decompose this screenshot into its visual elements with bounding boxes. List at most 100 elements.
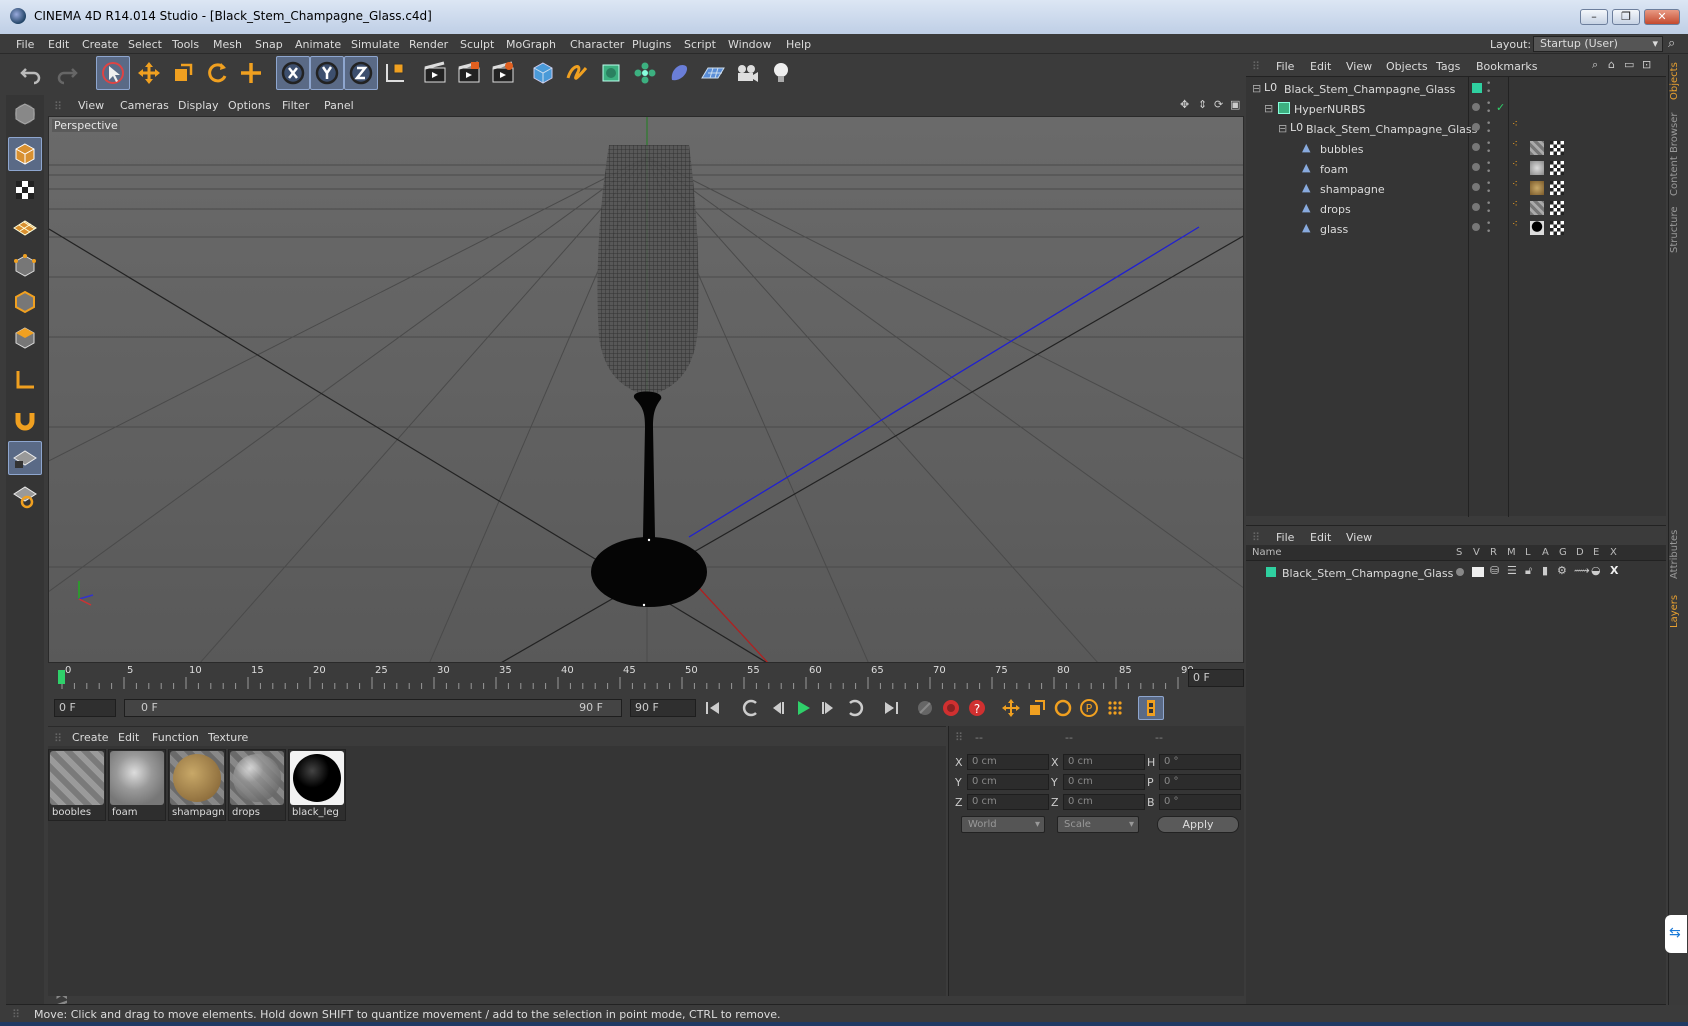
add-deformer-button[interactable] [662, 56, 696, 90]
objects-menu-objects[interactable]: Objects [1386, 60, 1428, 73]
visibility-dots-icon[interactable]: • • [1486, 180, 1491, 197]
apply-button[interactable]: Apply [1157, 816, 1239, 833]
phong-tag-icon[interactable]: ⁖ [1512, 219, 1518, 230]
search-icon[interactable]: ⌕ [1592, 58, 1598, 72]
menu-help[interactable]: Help [786, 38, 811, 51]
phong-tag-icon[interactable]: ⁖ [1512, 139, 1518, 150]
rot-p-field[interactable]: 0 ° [1159, 774, 1241, 790]
visibility-dots-icon[interactable]: • • [1486, 200, 1491, 217]
material-menu-edit[interactable]: Edit [118, 731, 139, 744]
axis-mode-button[interactable] [8, 363, 42, 397]
menu-render[interactable]: Render [409, 38, 448, 51]
timeline-ruler[interactable]: 051015202530354045505560657075808590 0 F [48, 665, 1244, 691]
size-x-field[interactable]: 0 cm [1063, 754, 1145, 770]
menu-character[interactable]: Character [570, 38, 624, 51]
key-rotation-button[interactable] [1050, 696, 1076, 720]
size-y-field[interactable]: 0 cm [1063, 774, 1145, 790]
expressions-toggle-icon[interactable]: ◒ [1591, 564, 1601, 577]
visibility-dots-icon[interactable]: • • [1486, 120, 1491, 137]
drag-handle-icon[interactable]: ⠿ [54, 100, 62, 113]
playhead[interactable] [58, 670, 65, 684]
polygons-mode-button[interactable] [8, 321, 42, 355]
material-swatch[interactable]: foam [108, 749, 166, 821]
key-position-button[interactable] [998, 696, 1024, 720]
menu-plugins[interactable]: Plugins [632, 38, 671, 51]
generators-toggle-icon[interactable]: ⚙ [1557, 564, 1567, 577]
render-view-button[interactable] [418, 56, 452, 90]
add-spline-button[interactable] [560, 56, 594, 90]
redo-button[interactable] [50, 56, 84, 90]
uvw-tag-icon[interactable] [1550, 201, 1564, 215]
current-frame-field[interactable]: 0 F [1188, 669, 1244, 687]
undo-button[interactable] [14, 56, 48, 90]
make-editable-button[interactable] [8, 97, 42, 131]
tree-item-glass[interactable]: ▲ glass • • ⁖ [1246, 219, 1666, 239]
end-frame-field[interactable]: 90 F [630, 699, 696, 717]
menu-tools[interactable]: Tools [172, 38, 199, 51]
objects-menu-edit[interactable]: Edit [1310, 60, 1331, 73]
material-swatch[interactable]: boobles [48, 749, 106, 821]
z-axis-button[interactable] [344, 56, 378, 90]
menu-file[interactable]: File [16, 38, 34, 51]
drag-handle-icon[interactable]: ⠿ [955, 731, 963, 744]
tree-item-hypernurbs[interactable]: ⊟ HyperNURBS • • ✓ [1246, 99, 1666, 119]
layers-menu-file[interactable]: File [1276, 531, 1294, 544]
visibility-dots-icon[interactable]: • • [1486, 140, 1491, 157]
close-button[interactable]: ✕ [1644, 9, 1680, 25]
points-mode-button[interactable] [8, 249, 42, 283]
texture-mode-button[interactable] [8, 173, 42, 207]
enabled-check-icon[interactable]: ✓ [1496, 101, 1505, 114]
coordinate-system-button[interactable] [378, 56, 412, 90]
render-picture-viewer-button[interactable] [452, 56, 486, 90]
viewport-menu-view[interactable]: View [78, 99, 104, 112]
uvw-tag-icon[interactable] [1550, 221, 1564, 235]
rot-h-field[interactable]: 0 ° [1159, 754, 1241, 770]
layout-select[interactable]: Startup (User) ▾ [1533, 36, 1663, 52]
pos-z-field[interactable]: 0 cm [967, 794, 1049, 810]
menu-create[interactable]: Create [82, 38, 119, 51]
uvw-tag-icon[interactable] [1550, 181, 1564, 195]
drag-handle-icon[interactable]: ⠿ [1252, 60, 1260, 73]
objects-menu-file[interactable]: File [1276, 60, 1294, 73]
tree-item-foam[interactable]: ▲ foam • • ⁖ [1246, 159, 1666, 179]
rot-b-field[interactable]: 0 ° [1159, 794, 1241, 810]
objects-menu-view[interactable]: View [1346, 60, 1372, 73]
snap-button[interactable] [8, 403, 42, 437]
objects-menu-tags[interactable]: Tags [1436, 60, 1460, 73]
render-toggle-icon[interactable]: ⛁ [1490, 564, 1499, 577]
add-camera-button[interactable] [730, 56, 764, 90]
add-cube-button[interactable] [526, 56, 560, 90]
manager-toggle-icon[interactable]: ☰ [1507, 564, 1517, 577]
pos-y-field[interactable]: 0 cm [967, 774, 1049, 790]
viewport-menu-panel[interactable]: Panel [324, 99, 354, 112]
key-parameter-button[interactable]: P [1076, 696, 1102, 720]
tree-item-bubbles[interactable]: ▲ bubbles • • ⁖ [1246, 139, 1666, 159]
layers-menu-edit[interactable]: Edit [1310, 531, 1331, 544]
perspective-viewport[interactable]: Perspective [48, 116, 1244, 663]
material-tag-icon[interactable] [1530, 141, 1544, 155]
menu-mograph[interactable]: MoGraph [506, 38, 556, 51]
material-tag-icon[interactable] [1530, 221, 1544, 235]
xref-toggle-icon[interactable]: X [1610, 564, 1618, 577]
menu-mesh[interactable]: Mesh [213, 38, 242, 51]
next-key-button[interactable] [842, 696, 868, 720]
collapse-icon[interactable]: ▭ [1624, 58, 1634, 71]
phong-tag-icon[interactable]: ⁖ [1512, 159, 1518, 170]
material-swatch[interactable]: drops [228, 749, 286, 821]
play-button[interactable] [790, 696, 816, 720]
prev-frame-button[interactable] [764, 696, 790, 720]
coordinate-space-dropdown[interactable]: World ▾ [961, 816, 1045, 833]
frame-range-slider[interactable]: 0 F 90 F [124, 699, 622, 717]
next-frame-button[interactable] [816, 696, 842, 720]
key-pla-button[interactable] [1102, 696, 1128, 720]
tree-item-group[interactable]: ⊟ L0 Black_Stem_Champagne_Glass • • ⁖ [1246, 119, 1666, 139]
add-array-button[interactable] [628, 56, 662, 90]
layer-row[interactable]: Black_Stem_Champagne_Glass ⛁ ☰ 🔓︎ ▮ ⚙ ⟿ … [1246, 563, 1666, 583]
material-menu-function[interactable]: Function [152, 731, 199, 744]
size-z-field[interactable]: 0 cm [1063, 794, 1145, 810]
x-axis-button[interactable] [276, 56, 310, 90]
material-tag-icon[interactable] [1530, 181, 1544, 195]
minimize-button[interactable]: – [1580, 9, 1608, 25]
visibility-dots-icon[interactable]: • • [1486, 100, 1491, 117]
add-floor-button[interactable] [696, 56, 730, 90]
